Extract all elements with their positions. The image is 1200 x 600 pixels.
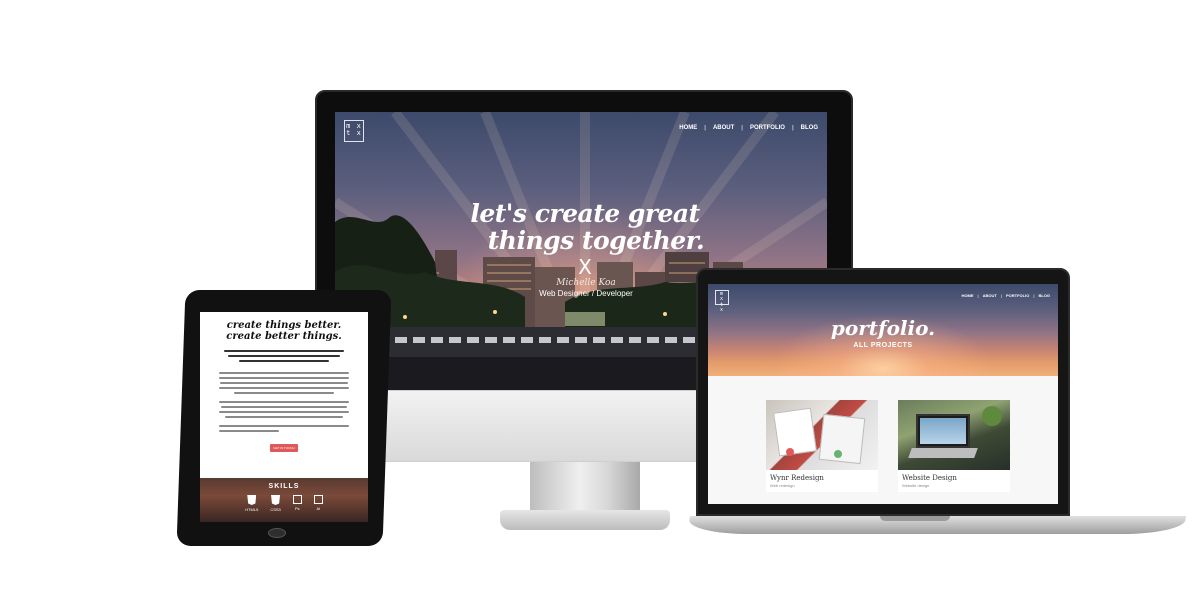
nav-blog[interactable]: BLOG [1038,293,1050,298]
laptop-screen-portfolio: m x t x HOME | ABOUT | PORTFOLIO | BLOG por… [708,284,1058,504]
site-logo[interactable]: m x t x [715,290,729,312]
site-nav: HOME | ABOUT | PORTFOLIO | BLOG [679,125,818,131]
project-title: Wynr Redesign [770,474,824,482]
illustrator-icon: Ai [313,495,323,512]
tablet-home-button[interactable] [268,528,286,538]
site-logo[interactable]: m x t x [344,120,364,142]
nav-blog[interactable]: BLOG [801,125,818,131]
project-card[interactable]: Wynr Redesign Web redesign [766,400,878,492]
site-nav: HOME | ABOUT | PORTFOLIO | BLOG [961,293,1050,298]
hero-headline-line2: things together. [487,226,705,255]
project-subtitle: Web redesign [770,483,795,488]
css3-icon: CSS3 [270,495,281,512]
html5-icon: HTML5 [245,495,258,512]
nav-about[interactable]: ABOUT [713,125,734,131]
project-subtitle: Website design [902,483,930,488]
body-paragraph [200,372,368,394]
nav-portfolio[interactable]: PORTFOLIO [750,125,785,131]
photoshop-icon: Ps [292,495,302,512]
skills-title: SKILLS [268,483,300,490]
portfolio-hero: m x t x HOME | ABOUT | PORTFOLIO | BLOG por… [708,284,1058,376]
hero-headline-line1: let's create great [470,199,700,228]
monitor-stand-foot [500,510,670,530]
contact-button[interactable]: GET IN TOUCH [270,444,298,452]
laptop-open-notch [880,516,950,521]
nav-home[interactable]: HOME [679,125,697,131]
project-title: Website Design [902,474,957,482]
portfolio-heading: portfolio. [830,316,936,340]
tablet-heading-line1: create things better. [226,320,342,331]
tablet-screen-about: create things better. create better thin… [200,312,368,522]
project-thumbnail [766,400,878,470]
project-thumbnail [898,400,1010,470]
body-paragraph [200,401,368,418]
nav-about[interactable]: ABOUT [983,293,997,298]
nav-home[interactable]: HOME [961,293,973,298]
nav-portfolio[interactable]: PORTFOLIO [1006,293,1029,298]
portfolio-subheading: ALL PROJECTS [853,342,913,349]
tablet-heading-line2: create better things. [226,331,342,342]
skills-section: SKILLS HTML5 CSS3 Ps Ai [200,478,368,522]
body-paragraph [200,425,368,432]
project-card[interactable]: Website Design Website design [898,400,1010,492]
intro-paragraph [200,350,368,362]
